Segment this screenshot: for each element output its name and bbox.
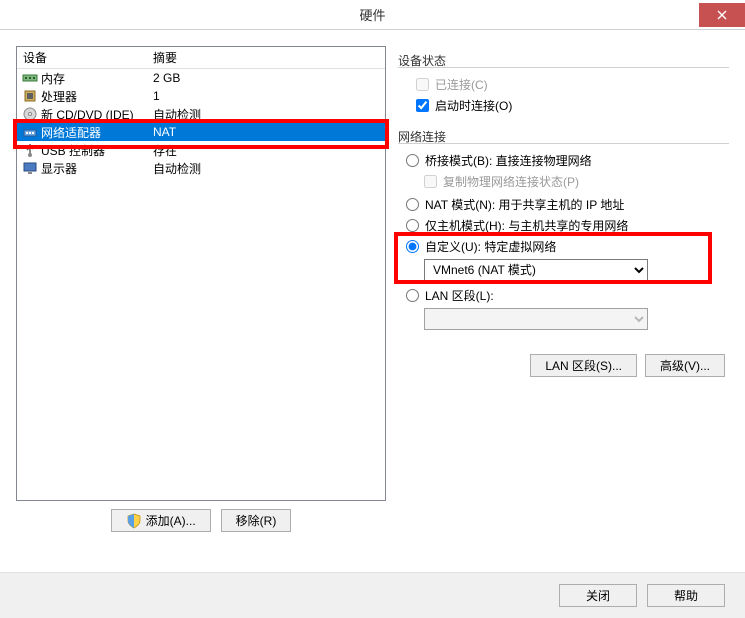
custom-network-select[interactable]: VMnet6 (NAT 模式) xyxy=(424,259,648,281)
connect-at-power-label: 启动时连接(O) xyxy=(435,97,512,114)
custom-radio[interactable] xyxy=(406,240,419,253)
connected-label: 已连接(C) xyxy=(435,76,488,93)
bridged-label: 桥接模式(B): 直接连接物理网络 xyxy=(425,152,592,169)
device-summary: 1 xyxy=(147,89,385,103)
device-summary: 自动检测 xyxy=(147,160,385,177)
hostonly-radio-row[interactable]: 仅主机模式(H): 与主机共享的专用网络 xyxy=(406,217,729,234)
device-row[interactable]: 内存2 GB xyxy=(17,69,385,87)
left-panel: 设备 摘要 内存2 GB处理器1新 CD/DVD (IDE)自动检测网络适配器N… xyxy=(16,46,386,532)
hostonly-radio[interactable] xyxy=(406,219,419,232)
connect-at-power-row[interactable]: 启动时连接(O) xyxy=(416,97,729,114)
device-summary: 2 GB xyxy=(147,71,385,85)
close-button[interactable]: 关闭 xyxy=(559,584,637,607)
connect-at-power-checkbox[interactable] xyxy=(416,99,429,112)
footer: 关闭 帮助 xyxy=(0,572,745,618)
cpu-icon xyxy=(21,88,39,104)
usb-icon xyxy=(21,142,39,158)
add-button[interactable]: 添加(A)... xyxy=(111,509,211,532)
window-title: 硬件 xyxy=(359,5,385,24)
shield-icon xyxy=(126,513,142,529)
remove-button[interactable]: 移除(R) xyxy=(221,509,292,532)
device-name: USB 控制器 xyxy=(39,142,147,159)
bridged-radio[interactable] xyxy=(406,154,419,167)
device-row[interactable]: 新 CD/DVD (IDE)自动检测 xyxy=(17,105,385,123)
device-name: 新 CD/DVD (IDE) xyxy=(39,106,147,123)
custom-label: 自定义(U): 特定虚拟网络 xyxy=(425,238,556,255)
device-summary: 存在 xyxy=(147,142,385,159)
nat-label: NAT 模式(N): 用于共享主机的 IP 地址 xyxy=(425,196,624,213)
replicate-label: 复制物理网络连接状态(P) xyxy=(443,173,579,190)
device-list: 设备 摘要 内存2 GB处理器1新 CD/DVD (IDE)自动检测网络适配器N… xyxy=(16,46,386,501)
display-icon xyxy=(21,160,39,176)
close-window-button[interactable] xyxy=(699,3,745,27)
lan-segment-radio-row[interactable]: LAN 区段(L): xyxy=(406,287,729,304)
connected-checkbox-row: 已连接(C) xyxy=(416,76,729,93)
nat-radio-row[interactable]: NAT 模式(N): 用于共享主机的 IP 地址 xyxy=(406,196,729,213)
titlebar: 硬件 xyxy=(0,0,745,30)
device-name: 内存 xyxy=(39,70,147,87)
network-icon xyxy=(21,124,39,140)
cd-icon xyxy=(21,106,39,122)
connected-checkbox xyxy=(416,78,429,91)
device-list-header: 设备 摘要 xyxy=(17,47,385,69)
device-row[interactable]: 显示器自动检测 xyxy=(17,159,385,177)
lan-segment-select xyxy=(424,308,648,330)
bridged-radio-row[interactable]: 桥接模式(B): 直接连接物理网络 xyxy=(406,152,729,169)
lan-segment-label: LAN 区段(L): xyxy=(425,287,494,304)
close-icon xyxy=(717,10,727,20)
content-area: 设备 摘要 内存2 GB处理器1新 CD/DVD (IDE)自动检测网络适配器N… xyxy=(0,30,745,548)
device-summary: 自动检测 xyxy=(147,106,385,123)
custom-radio-row[interactable]: 自定义(U): 特定虚拟网络 xyxy=(406,238,729,255)
memory-icon xyxy=(21,70,39,86)
hostonly-label: 仅主机模式(H): 与主机共享的专用网络 xyxy=(425,217,628,234)
nat-radio[interactable] xyxy=(406,198,419,211)
col-summary-header[interactable]: 摘要 xyxy=(147,49,385,66)
col-device-header[interactable]: 设备 xyxy=(17,49,147,66)
lan-segments-button[interactable]: LAN 区段(S)... xyxy=(530,354,637,377)
advanced-button[interactable]: 高级(V)... xyxy=(645,354,725,377)
right-panel: 设备状态 已连接(C) 启动时连接(O) 网络连接 桥接模式(B): 直接连接物… xyxy=(398,46,729,532)
device-name: 显示器 xyxy=(39,160,147,177)
lan-segment-radio[interactable] xyxy=(406,289,419,302)
device-row[interactable]: USB 控制器存在 xyxy=(17,141,385,159)
device-summary: NAT xyxy=(147,125,385,139)
help-button[interactable]: 帮助 xyxy=(647,584,725,607)
device-row[interactable]: 处理器1 xyxy=(17,87,385,105)
device-name: 处理器 xyxy=(39,88,147,105)
add-button-label: 添加(A)... xyxy=(146,512,196,529)
device-row[interactable]: 网络适配器NAT xyxy=(17,123,385,141)
replicate-checkbox xyxy=(424,175,437,188)
device-name: 网络适配器 xyxy=(39,124,147,141)
replicate-row: 复制物理网络连接状态(P) xyxy=(424,173,729,190)
